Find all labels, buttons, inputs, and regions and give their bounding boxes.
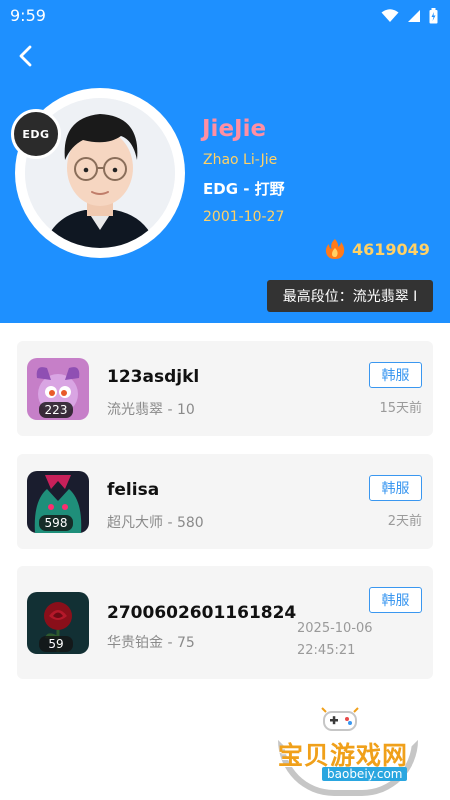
last-active-time: 15天前 [379,401,422,416]
battery-icon [429,8,438,24]
account-card-2[interactable]: 598 felisa 超凡大师 - 580 韩服 2天前 [17,454,433,549]
watermark-logo: 宝贝游戏网 baobeiy.com [272,702,422,796]
account-rank: 流光翡翠 - 10 [107,402,195,418]
team-logo-text: EDG [22,127,50,141]
fire-icon [325,239,345,259]
highest-rank-badge: 最高段位：流光翡翠 I [267,280,433,312]
status-time: 9:59 [10,6,46,25]
server-tag: 韩服 [369,362,422,388]
account-avatar-3: 59 [27,592,89,654]
account-name: 123asdjkl [107,367,200,387]
status-bar: 9:59 [0,0,450,32]
watermark-url: baobeiy.com [322,767,408,781]
account-avatar-1: 223 [27,358,89,420]
last-active-clock: 22:45:21 [297,643,356,658]
team-logo: EDG [11,109,61,159]
last-active-time: 2025-10-06 22:45:21 [297,618,373,662]
popularity: 4619049 [324,238,430,260]
wifi-icon [381,9,399,22]
account-rank: 超凡大师 - 580 [107,515,204,531]
profile-header: 9:59 EDG JieJie Zhao Li-Jie EDG - 打野 200… [0,0,450,323]
server-tag: 韩服 [369,587,422,613]
status-icons [381,8,438,24]
player-profile-screen: 9:59 EDG JieJie Zhao Li-Jie EDG - 打野 200… [0,0,450,800]
last-active-date: 2025-10-06 [297,621,373,636]
account-level-badge: 598 [39,515,73,531]
back-button[interactable] [10,40,42,72]
account-level-badge: 223 [39,402,73,418]
account-level-badge: 59 [39,636,73,652]
gamepad-icon [321,707,359,731]
account-name: felisa [107,480,160,500]
server-tag: 韩服 [369,475,422,501]
popularity-count: 4619049 [352,239,430,259]
account-name: 2700602601161824 [107,603,297,623]
player-birthday: 2001-10-27 [203,209,285,225]
account-rank: 华贵铂金 - 75 [107,635,195,651]
signal-icon [408,10,420,22]
last-active-time: 2天前 [387,514,422,529]
player-team-role: EDG - 打野 [203,180,285,198]
account-card-1[interactable]: 223 123asdjkl 流光翡翠 - 10 韩服 15天前 [17,341,433,436]
player-nickname: JieJie [202,116,267,142]
chevron-left-icon [19,45,32,67]
account-avatar-2: 598 [27,471,89,533]
account-card-3[interactable]: 59 2700602601161824 华贵铂金 - 75 韩服 2025-10… [17,566,433,679]
player-real-name: Zhao Li-Jie [203,152,278,168]
